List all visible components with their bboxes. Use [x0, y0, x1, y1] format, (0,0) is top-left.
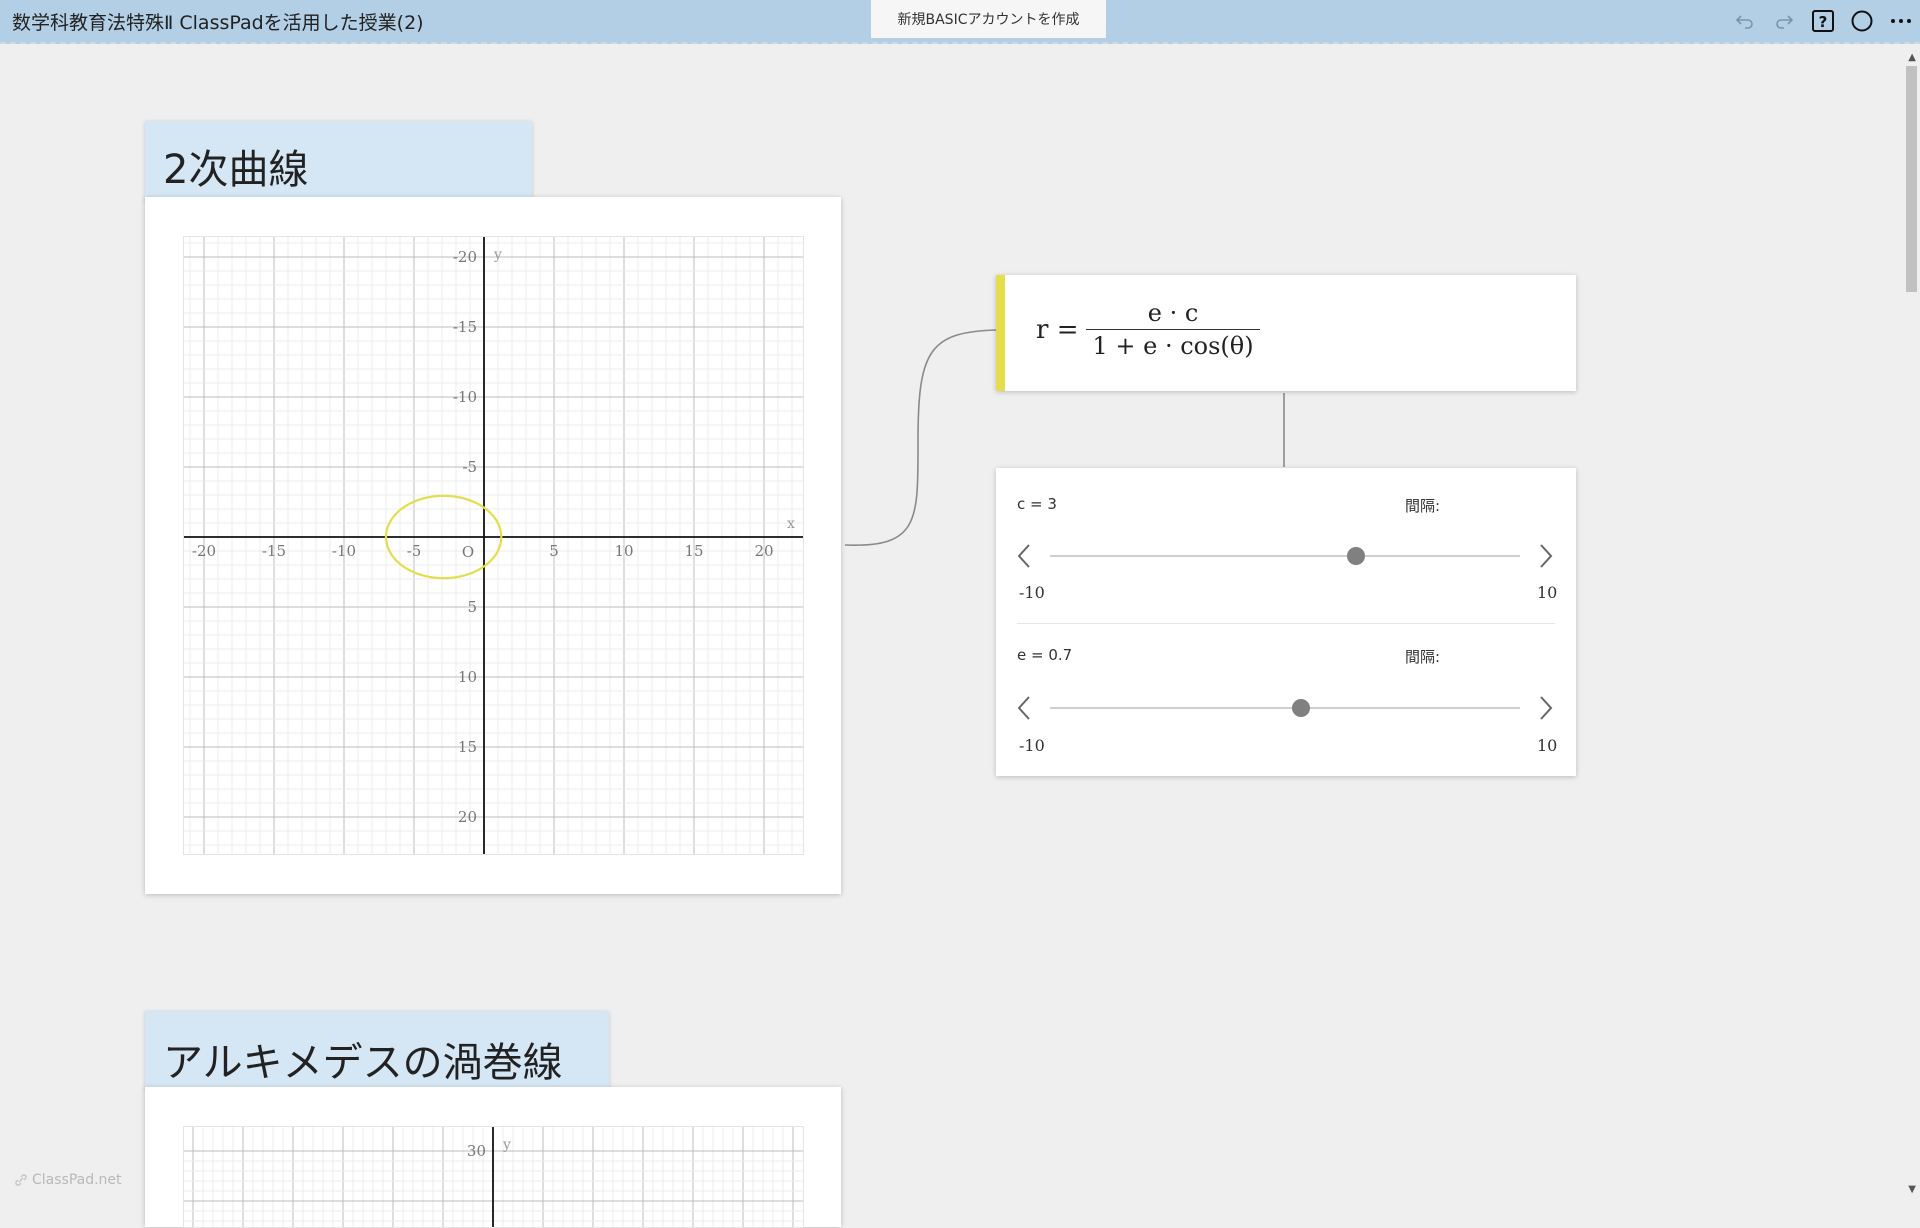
x-tick-label: -15	[262, 542, 286, 560]
document-title: 数学科教育法特殊Ⅱ ClassPadを活用した授業(2)	[12, 12, 424, 34]
slider-e-interval-label: 間隔:	[1405, 648, 1441, 666]
y-tick-label: -10	[453, 388, 477, 406]
x-tick-label: 5	[549, 542, 559, 560]
connector-lines	[844, 329, 997, 546]
slider-e-increment-chevron-right-icon[interactable]	[1533, 693, 1557, 723]
coordinate-plane[interactable]: -20 -15 -10 -5 5 10 15 20 20 15 10 5 -5 -10 -15 -20 Ox y	[184, 237, 803, 854]
x-tick-label: 20	[754, 542, 773, 560]
slider-c-label: c = 3	[1017, 495, 1057, 513]
section-title: アルキメデスの渦巻線	[163, 1040, 563, 1086]
formula-slider-connector	[1283, 393, 1285, 467]
y-tick-label: 30	[467, 1142, 486, 1160]
y-axis-label: y	[493, 247, 502, 263]
x-tick-label: -5	[407, 542, 422, 560]
redo-icon[interactable]	[1764, 6, 1803, 36]
more-icon[interactable]	[1881, 6, 1920, 36]
slider-e-decrement-chevron-left-icon[interactable]	[1013, 693, 1037, 723]
origin-label: O	[462, 543, 474, 561]
top-bar: 数学科教育法特殊Ⅱ ClassPadを活用した授業(2) 新規BASICアカウン…	[0, 0, 1920, 44]
x-tick-label: -10	[332, 542, 356, 560]
slider-c-max: 10	[1537, 583, 1558, 602]
classpad-watermark: ClassPad.net	[14, 1172, 122, 1188]
section-title: 2次曲線	[163, 147, 309, 193]
scroll-down-arrow[interactable]: ▼	[1908, 1184, 1916, 1195]
graph-canvas[interactable]: -20 -15 -10 -5 5 10 15 20 20 15 10 5 -5 -10 -15 -20 Ox y	[183, 236, 804, 855]
create-basic-account-button[interactable]: 新規BASICアカウントを作成	[871, 0, 1106, 38]
formula-card[interactable]: r = e · c 1 + e · cos(θ)	[996, 275, 1576, 391]
slider-c-track[interactable]	[1050, 555, 1520, 557]
y-tick-label: -15	[453, 318, 477, 336]
slider-c-increment-chevron-right-icon[interactable]	[1533, 541, 1557, 571]
y-tick-label: 5	[467, 598, 477, 616]
x-tick-label: 10	[614, 542, 633, 560]
y-tick-label: -5	[462, 458, 477, 476]
slider-c-min: -10	[1019, 583, 1045, 602]
slider-divider	[1017, 623, 1555, 624]
undo-icon[interactable]	[1725, 6, 1764, 36]
y-tick-label: -20	[453, 248, 477, 266]
formula-accent-bar	[996, 275, 1005, 391]
graph-card: 30 y	[145, 1087, 841, 1228]
y-tick-label: 20	[458, 808, 477, 826]
slider-e-handle[interactable]	[1292, 699, 1311, 717]
formula-expression[interactable]: r = e · c 1 + e · cos(θ)	[1036, 299, 1260, 360]
coordinate-plane[interactable]: 30 y	[184, 1127, 803, 1227]
circle-icon[interactable]	[1842, 6, 1881, 36]
slider-card: c = 3 間隔: -10 10 e = 0.7 間隔: -10 10	[996, 468, 1576, 776]
toolbar-icons: ?	[1725, 6, 1920, 36]
formula-denominator: 1 + e · cos(θ)	[1086, 329, 1260, 360]
slider-e-label: e = 0.7	[1017, 646, 1073, 664]
help-icon[interactable]: ?	[1803, 6, 1842, 36]
scroll-up-arrow[interactable]: ▲	[1908, 52, 1916, 63]
graph-canvas[interactable]: 30 y	[183, 1126, 804, 1228]
x-tick-label: 15	[684, 542, 703, 560]
x-tick-label: -20	[192, 542, 216, 560]
y-tick-label: 10	[458, 668, 477, 686]
link-icon	[15, 1174, 27, 1186]
svg-text:?: ?	[1818, 13, 1827, 31]
y-tick-label: 15	[458, 738, 477, 756]
y-axis-label: y	[502, 1137, 511, 1153]
formula-numerator: e · c	[1147, 299, 1199, 327]
graph-card: -20 -15 -10 -5 5 10 15 20 20 15 10 5 -5 -10 -15 -20 Ox y	[145, 197, 841, 894]
slider-e-min: -10	[1019, 736, 1045, 755]
formula-fraction: e · c 1 + e · cos(θ)	[1086, 299, 1260, 360]
x-axis-label: x	[787, 516, 795, 532]
slider-e-max: 10	[1537, 736, 1558, 755]
slider-c-decrement-chevron-left-icon[interactable]	[1013, 541, 1037, 571]
slider-c-handle[interactable]	[1346, 547, 1365, 565]
scrollbar-thumb[interactable]	[1906, 66, 1917, 292]
slider-c-interval-label: 間隔:	[1405, 497, 1441, 515]
formula-lhs: r =	[1036, 314, 1079, 345]
slider-e-track[interactable]	[1050, 707, 1520, 709]
watermark-text: ClassPad.net	[32, 1172, 122, 1188]
